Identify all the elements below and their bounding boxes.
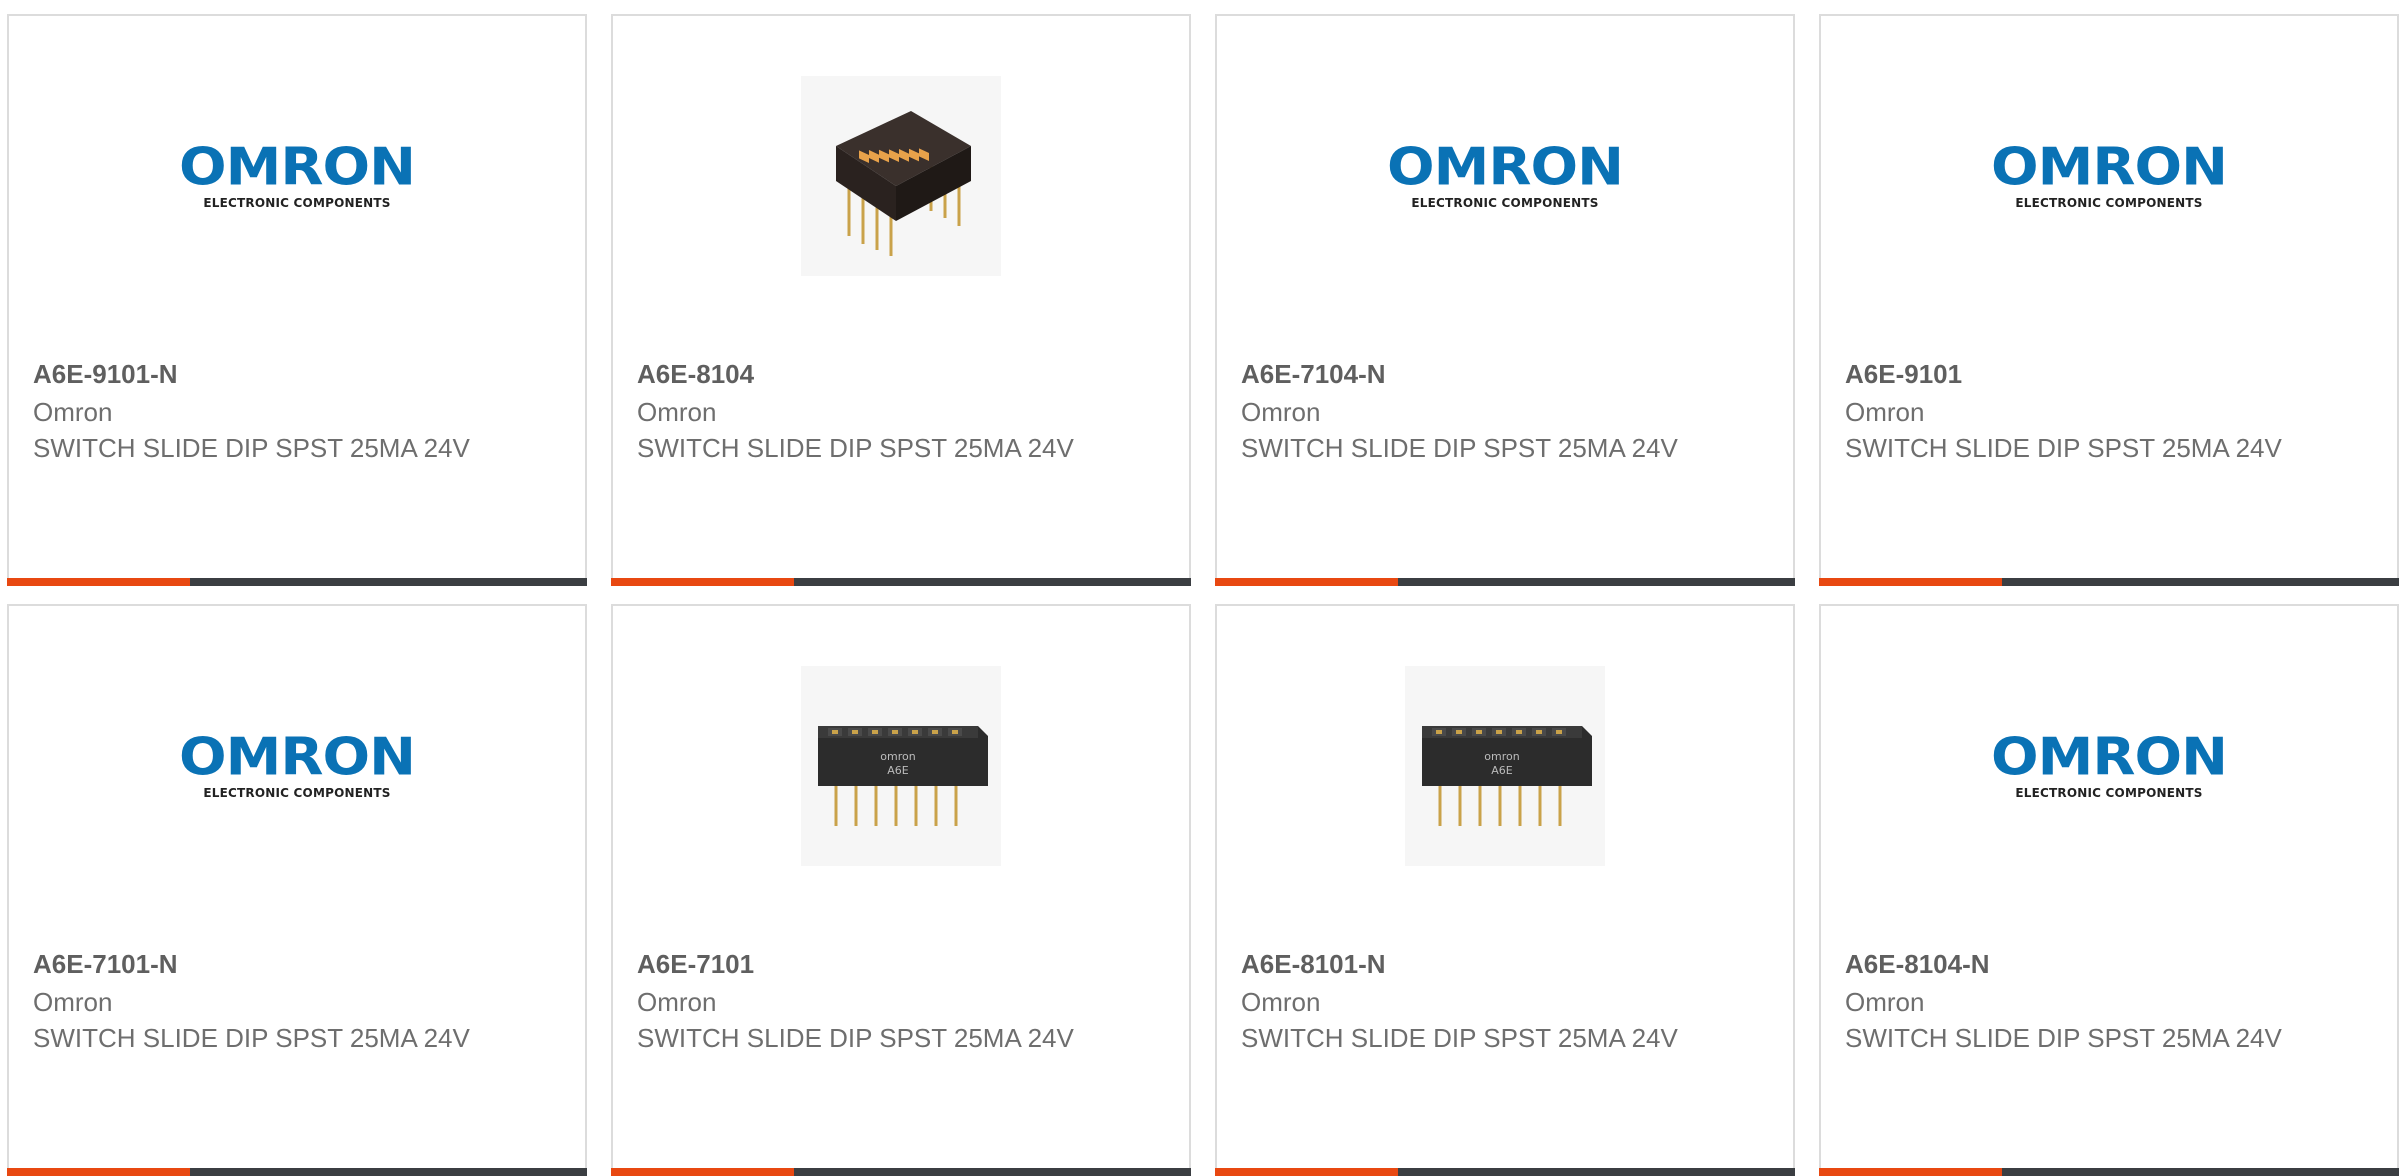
logo-word: OMRON (1991, 727, 2228, 788)
logo-subtitle: ELECTRONIC COMPONENTS (203, 786, 391, 800)
logo-word: OMRON (179, 727, 416, 788)
dip-switch-front-icon: omron A6E (1422, 726, 1592, 826)
product-card[interactable]: OMRON ELECTRONIC COMPONENTS A6E-9101-N O… (7, 14, 587, 586)
part-number-link[interactable]: A6E-7101 (637, 946, 1169, 982)
product-image[interactable]: OMRON ELECTRONIC COMPONENTS (1217, 76, 1793, 276)
description: SWITCH SLIDE DIP SPST 25MA 24V (1241, 433, 1678, 463)
manufacturer: Omron (1845, 397, 1925, 427)
product-image[interactable]: OMRON ELECTRONIC COMPONENTS (1821, 666, 2397, 866)
product-image[interactable]: OMRON ELECTRONIC COMPONENTS (9, 76, 585, 276)
description: SWITCH SLIDE DIP SPST 25MA 24V (637, 433, 1074, 463)
svg-text:A6E: A6E (887, 764, 909, 777)
manufacturer: Omron (1845, 987, 1925, 1017)
accent-bar (1819, 1168, 2002, 1176)
part-number-link[interactable]: A6E-8104 (637, 356, 1169, 392)
svg-text:omron: omron (1484, 750, 1519, 763)
manufacturer: Omron (637, 397, 717, 427)
part-number-link[interactable]: A6E-8104-N (1845, 946, 2377, 982)
description: SWITCH SLIDE DIP SPST 25MA 24V (1845, 433, 2282, 463)
card-bottom-bar (1819, 578, 2399, 586)
logo-subtitle: ELECTRONIC COMPONENTS (1411, 196, 1599, 210)
product-image[interactable]: omron A6E (613, 666, 1189, 866)
svg-text:omron: omron (880, 750, 915, 763)
dip-switch-front-icon: omron A6E (818, 726, 988, 826)
accent-bar (611, 578, 794, 586)
part-number-link[interactable]: A6E-9101-N (33, 356, 565, 392)
product-image[interactable]: OMRON ELECTRONIC COMPONENTS (1821, 76, 2397, 276)
card-bottom-bar (611, 1168, 1191, 1176)
omron-logo: OMRON ELECTRONIC COMPONENTS (179, 727, 416, 800)
manufacturer: Omron (33, 987, 113, 1017)
dip-switch-photo (801, 76, 1001, 276)
part-number-link[interactable]: A6E-7101-N (33, 946, 565, 982)
part-number-link[interactable]: A6E-9101 (1845, 356, 2377, 392)
card-bottom-bar (7, 578, 587, 586)
svg-text:A6E: A6E (1491, 764, 1513, 777)
part-number-link[interactable]: A6E-8101-N (1241, 946, 1773, 982)
card-bottom-bar (1215, 1168, 1795, 1176)
accent-bar (7, 578, 190, 586)
omron-logo: OMRON ELECTRONIC COMPONENTS (1387, 137, 1624, 210)
omron-logo: OMRON ELECTRONIC COMPONENTS (179, 137, 416, 210)
product-card[interactable]: OMRON ELECTRONIC COMPONENTS A6E-7104-N O… (1215, 14, 1795, 586)
logo-word: OMRON (179, 137, 416, 198)
description: SWITCH SLIDE DIP SPST 25MA 24V (33, 1023, 470, 1053)
product-image[interactable] (613, 76, 1189, 276)
manufacturer: Omron (1241, 987, 1321, 1017)
accent-bar (1819, 578, 2002, 586)
logo-subtitle: ELECTRONIC COMPONENTS (2015, 786, 2203, 800)
description: SWITCH SLIDE DIP SPST 25MA 24V (33, 433, 470, 463)
product-image[interactable]: OMRON ELECTRONIC COMPONENTS (9, 666, 585, 866)
logo-subtitle: ELECTRONIC COMPONENTS (2015, 196, 2203, 210)
card-bottom-bar (1215, 578, 1795, 586)
logo-word: OMRON (1991, 137, 2228, 198)
manufacturer: Omron (637, 987, 717, 1017)
manufacturer: Omron (33, 397, 113, 427)
description: SWITCH SLIDE DIP SPST 25MA 24V (637, 1023, 1074, 1053)
product-card[interactable]: OMRON ELECTRONIC COMPONENTS A6E-8104-N O… (1819, 604, 2399, 1176)
omron-logo: OMRON ELECTRONIC COMPONENTS (1991, 137, 2228, 210)
product-card[interactable]: A6E-8104 Omron SWITCH SLIDE DIP SPST 25M… (611, 14, 1191, 586)
omron-logo: OMRON ELECTRONIC COMPONENTS (1991, 727, 2228, 800)
accent-bar (1215, 578, 1398, 586)
product-image[interactable]: omron A6E (1217, 666, 1793, 866)
description: SWITCH SLIDE DIP SPST 25MA 24V (1241, 1023, 1678, 1053)
product-grid: OMRON ELECTRONIC COMPONENTS A6E-9101-N O… (7, 14, 2399, 1176)
dip-switch-photo: omron A6E (801, 666, 1001, 866)
accent-bar (611, 1168, 794, 1176)
logo-subtitle: ELECTRONIC COMPONENTS (203, 196, 391, 210)
part-number-link[interactable]: A6E-7104-N (1241, 356, 1773, 392)
description: SWITCH SLIDE DIP SPST 25MA 24V (1845, 1023, 2282, 1053)
card-bottom-bar (1819, 1168, 2399, 1176)
product-card[interactable]: omron A6E A6E-8101-N Omron SWITCH SLIDE … (1215, 604, 1795, 1176)
card-bottom-bar (7, 1168, 587, 1176)
accent-bar (7, 1168, 190, 1176)
product-card[interactable]: OMRON ELECTRONIC COMPONENTS A6E-7101-N O… (7, 604, 587, 1176)
logo-word: OMRON (1387, 137, 1624, 198)
product-card[interactable]: OMRON ELECTRONIC COMPONENTS A6E-9101 Omr… (1819, 14, 2399, 586)
accent-bar (1215, 1168, 1398, 1176)
dip-switch-photo: omron A6E (1405, 666, 1605, 866)
product-card[interactable]: omron A6E A6E-7101 Omron SWITCH SLIDE DI… (611, 604, 1191, 1176)
dip-switch-angled-icon (836, 111, 971, 256)
manufacturer: Omron (1241, 397, 1321, 427)
card-bottom-bar (611, 578, 1191, 586)
